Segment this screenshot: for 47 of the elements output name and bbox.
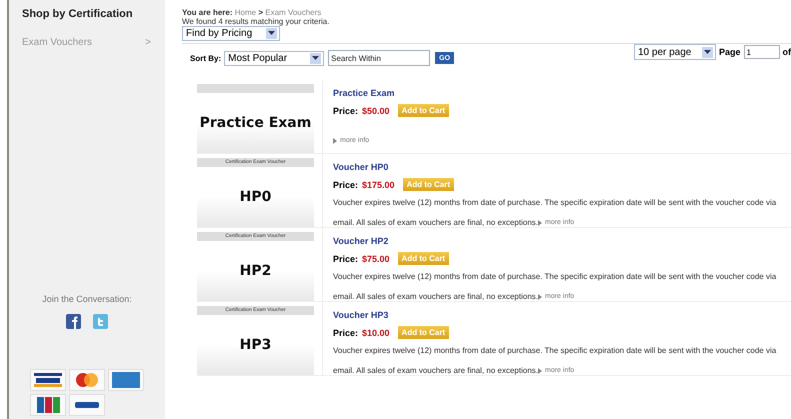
image-title: HP2	[238, 262, 272, 281]
triangle-icon	[333, 138, 337, 144]
description-line: Voucher expires twelve (12) months from date of purchase. The specific expiration date will be sent with the voucher code via	[333, 345, 776, 357]
product-title[interactable]: Practice Exam	[333, 88, 395, 98]
amex-card-icon	[108, 369, 144, 391]
breadcrumb: You are here: Home > Exam Vouchers	[182, 8, 322, 17]
sidebar-heading: Shop by Certification	[22, 8, 134, 20]
social-heading: Join the Conversation:	[42, 294, 132, 304]
search-field[interactable]: Search Within	[328, 50, 430, 66]
triangle-icon	[538, 220, 542, 226]
product-price: $50.00	[362, 106, 390, 116]
price-label: Price:	[333, 328, 358, 338]
product-price: $10.00	[362, 328, 390, 338]
triangle-icon	[538, 294, 542, 300]
product-title[interactable]: Voucher HP3	[333, 310, 388, 320]
product-title[interactable]: Voucher HP2	[333, 236, 388, 246]
description-line: Voucher expires twelve (12) months from date of purchase. The specific expiration date will be sent with the voucher code via	[333, 271, 776, 283]
description-line: email. All sales of exam vouchers are final, no exceptions.	[333, 365, 538, 377]
caret-icon	[266, 28, 277, 39]
mastercard-icon	[69, 369, 105, 391]
caret-icon	[702, 46, 713, 58]
filter-select[interactable]: Find by Pricing	[182, 26, 280, 41]
price-label: Price:	[333, 106, 358, 116]
price-label: Price:	[333, 180, 358, 190]
results-text: We found 4 results matching your criteria.	[182, 17, 330, 26]
image-title: Practice Exam	[198, 114, 312, 133]
product-price: $175.00	[362, 180, 395, 190]
visa-card-icon	[30, 369, 66, 391]
page-field[interactable]: 1	[744, 45, 780, 59]
image-title: HP3	[238, 336, 272, 355]
product-price: $75.00	[362, 254, 390, 264]
triangle-icon	[538, 368, 542, 374]
sort-label: Sort By:	[190, 54, 222, 62]
image-title: HP0	[238, 188, 272, 207]
per-page-select[interactable]: 10 per page	[634, 44, 716, 60]
page-of-label: of	[782, 47, 791, 57]
description-line: email. All sales of exam vouchers are final, no exceptions.	[333, 217, 538, 229]
caret-icon	[310, 52, 322, 64]
facebook-icon[interactable]	[66, 314, 81, 329]
price-label: Price:	[333, 254, 358, 264]
description-line: Voucher expires twelve (12) months from date of purchase. The specific expiration date will be sent with the voucher code via	[333, 197, 776, 209]
page-label: Page	[718, 47, 740, 57]
sort-select[interactable]: Most Popular	[224, 50, 324, 66]
paypal-card-icon	[69, 394, 105, 416]
description-line: email. All sales of exam vouchers are final, no exceptions.	[333, 291, 538, 303]
jcb-card-icon	[30, 394, 66, 416]
product-title[interactable]: Voucher HP0	[333, 162, 388, 172]
